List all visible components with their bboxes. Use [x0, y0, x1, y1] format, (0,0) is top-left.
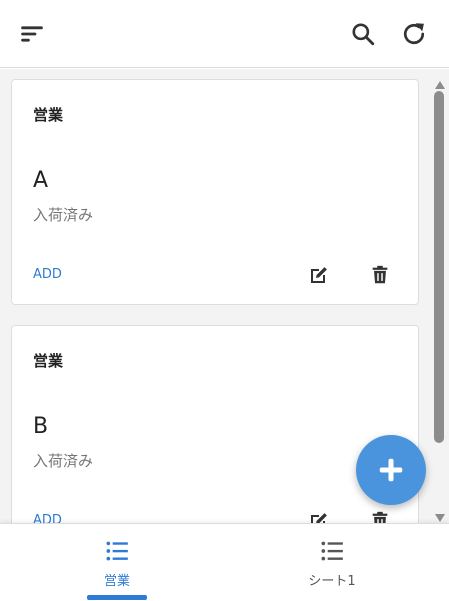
bottom-navigation: 営業 シート1	[0, 523, 449, 601]
edit-icon[interactable]	[306, 508, 332, 523]
tab-sheet1[interactable]: シート1	[220, 524, 444, 600]
add-fab-button[interactable]	[356, 435, 426, 505]
card-status: 入荷済み	[33, 206, 94, 224]
active-tab-indicator	[87, 595, 147, 600]
card-name: B	[33, 414, 49, 439]
plus-icon	[379, 458, 403, 482]
list-icon	[5, 538, 229, 564]
vertical-scrollbar[interactable]	[431, 69, 449, 523]
add-button[interactable]: ADD	[33, 267, 62, 282]
edit-icon[interactable]	[306, 262, 332, 288]
card-title: 営業	[33, 352, 64, 370]
refresh-icon[interactable]	[396, 16, 432, 52]
card-name: A	[33, 168, 49, 193]
scroll-down-arrow-icon[interactable]	[434, 508, 446, 522]
tab-label: シート1	[308, 574, 356, 589]
tab-label: 営業	[103, 574, 130, 589]
list-icon	[220, 538, 444, 564]
scroll-thumb[interactable]	[434, 91, 444, 443]
card: 営業 A 入荷済み ADD	[11, 79, 419, 305]
add-button[interactable]: ADD	[33, 513, 62, 523]
top-app-bar	[0, 0, 449, 68]
tab-eigyo[interactable]: 営業	[5, 524, 229, 600]
delete-icon[interactable]	[367, 508, 393, 523]
card-title: 営業	[33, 106, 64, 124]
card: 営業 B 入荷済み ADD	[11, 325, 419, 523]
sort-menu-icon[interactable]	[14, 16, 50, 52]
card-status: 入荷済み	[33, 452, 94, 470]
delete-icon[interactable]	[367, 262, 393, 288]
scroll-up-arrow-icon[interactable]	[434, 75, 446, 89]
search-icon[interactable]	[345, 16, 381, 52]
